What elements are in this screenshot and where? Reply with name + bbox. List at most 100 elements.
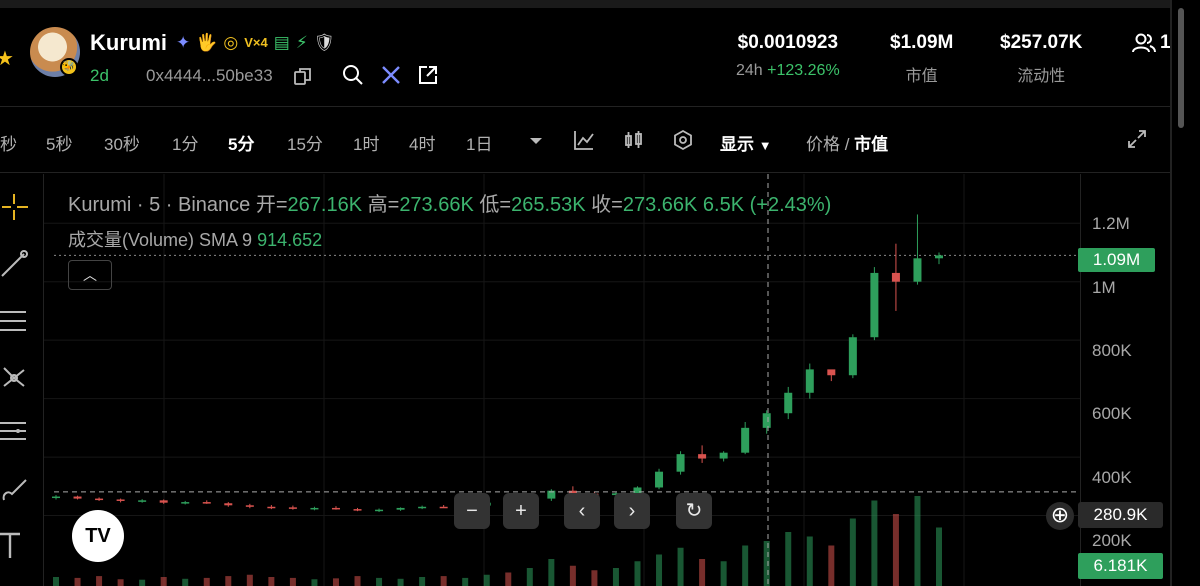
candle-body: [353, 509, 362, 511]
axis-tick: 800K: [1092, 341, 1132, 360]
volume-bar: [548, 559, 555, 586]
volume-bar: [74, 577, 81, 586]
mc-toggle-label: 市值: [854, 135, 889, 154]
crosshair-price-tag: 280.9K: [1078, 502, 1163, 528]
legend-open-label: 开=: [255, 194, 288, 216]
volume-bar: [139, 579, 146, 586]
legend-symbol: Kurumi · 5 · Binance: [68, 194, 251, 216]
volume-bar: [569, 565, 576, 586]
timeframe-1d[interactable]: 1日: [466, 130, 492, 155]
drawing-tools-sidebar: [0, 174, 44, 586]
search-icon[interactable]: [342, 64, 364, 86]
copy-icon[interactable]: [293, 66, 313, 86]
ohlc-legend: Kurumi · 5 · Binance 开=267.16K 高=273.66K…: [68, 188, 831, 217]
display-menu-button[interactable]: 显示 ▼: [720, 130, 772, 155]
volume-label: 成交量(Volume) SMA 9: [68, 230, 253, 250]
volume-bar: [182, 578, 189, 586]
tradingview-logo-icon[interactable]: TV: [72, 510, 124, 562]
volume-bar: [591, 570, 598, 586]
indicator-line-icon[interactable]: [572, 128, 596, 152]
volume-bar: [311, 579, 318, 586]
fib-tool-icon[interactable]: [0, 418, 30, 448]
timeframe-1m[interactable]: 1分: [172, 130, 198, 155]
axis-tick: 200K: [1092, 531, 1132, 550]
horizontal-lines-tool-icon[interactable]: [0, 306, 30, 336]
volume-bar: [871, 500, 878, 586]
candle-body: [116, 499, 125, 501]
add-alert-icon[interactable]: ⊕: [1046, 502, 1074, 530]
scroll-thumb[interactable]: [1178, 8, 1184, 128]
volume-bar: [53, 577, 59, 586]
volume-bar: [462, 577, 469, 586]
volume-bar: [785, 532, 792, 586]
trendline-tool-icon[interactable]: [0, 248, 30, 278]
timeframe-5s[interactable]: 5秒: [46, 130, 72, 155]
holders-value: 1: [1160, 32, 1171, 53]
zoom-out-button[interactable]: −: [454, 493, 490, 529]
candle-type-icon[interactable]: [622, 128, 646, 152]
legend-low: 265.53K: [511, 194, 586, 216]
legend-high-label: 高=: [367, 194, 400, 216]
candle-body: [245, 505, 254, 507]
brush-tool-icon[interactable]: [0, 474, 30, 504]
volume-bar: [699, 559, 706, 586]
crosshair-tool-icon[interactable]: [0, 192, 30, 222]
legend-close-label: 收=: [591, 194, 623, 216]
market-cap-value: $1.09M: [890, 32, 954, 53]
candle-body: [719, 452, 728, 459]
axis-tick: 600K: [1092, 404, 1132, 423]
candle-body: [762, 413, 771, 428]
shield-icon: 🛡: [313, 33, 336, 52]
candle-body: [181, 502, 190, 504]
x-twitter-icon[interactable]: [380, 64, 402, 86]
timeframe-1h[interactable]: 1时: [353, 130, 379, 155]
volume-bar: [203, 577, 210, 586]
volume-bar: [397, 578, 404, 586]
volume-bar: [354, 576, 361, 586]
fullscreen-icon[interactable]: [1126, 128, 1148, 150]
volume-tag: 6.181K: [1078, 553, 1163, 579]
candle-body: [288, 507, 297, 509]
text-tool-icon[interactable]: [0, 530, 30, 560]
volume-bar: [892, 514, 899, 586]
collapse-legend-button[interactable]: ︿: [68, 260, 112, 290]
hand-icon: 🖐: [196, 33, 218, 52]
reset-chart-button[interactable]: ↻: [676, 493, 712, 529]
sparkle-icon: ✦: [176, 33, 191, 52]
favorite-star-icon[interactable]: ★: [0, 46, 14, 71]
timeframe-dropdown-icon[interactable]: [524, 128, 548, 152]
volume-bar: [332, 578, 339, 586]
timeframe-1s[interactable]: 秒: [0, 130, 17, 155]
volume-bar: [440, 576, 447, 586]
candle-body: [676, 454, 685, 472]
timeframe-4h[interactable]: 4时: [409, 130, 435, 155]
volume-bar: [806, 536, 813, 586]
pattern-tool-icon[interactable]: [0, 362, 30, 392]
price-mc-toggle[interactable]: 价格 / 市值: [806, 130, 888, 155]
volume-legend: 成交量(Volume) SMA 9 914.652: [68, 226, 322, 252]
volume-bar: [914, 496, 921, 586]
timeframe-30s[interactable]: 30秒: [104, 130, 140, 155]
chart-toolbar: 秒 5秒 30秒 1分 5分 15分 1时 4时 1日 显示 ▼ 价格 / 市值: [0, 122, 1170, 158]
settings-hex-icon[interactable]: [671, 128, 695, 152]
liquidity-label: 流动性: [1017, 68, 1066, 85]
volume-bar: [720, 561, 727, 586]
v-badge-icon: V×4: [244, 35, 268, 50]
avatar-badge-icon: 🐝: [60, 58, 78, 76]
volume-bar: [268, 577, 275, 586]
volume-bar: [419, 577, 426, 586]
candle-body: [396, 507, 405, 510]
scroll-right-button[interactable]: ›: [614, 493, 650, 529]
scroll-left-button[interactable]: ‹: [564, 493, 600, 529]
timeframe-5m[interactable]: 5分: [228, 130, 254, 155]
scrollbar[interactable]: [1170, 0, 1200, 586]
candle-body: [138, 500, 147, 502]
share-icon[interactable]: [417, 64, 439, 86]
timeframe-15m[interactable]: 15分: [287, 130, 323, 155]
candle-body: [224, 503, 233, 506]
holders-count[interactable]: 1: [1132, 32, 1171, 54]
volume-bar: [160, 577, 167, 586]
volume-bar: [763, 541, 770, 586]
candle-body: [741, 427, 750, 453]
zoom-in-button[interactable]: +: [503, 493, 539, 529]
